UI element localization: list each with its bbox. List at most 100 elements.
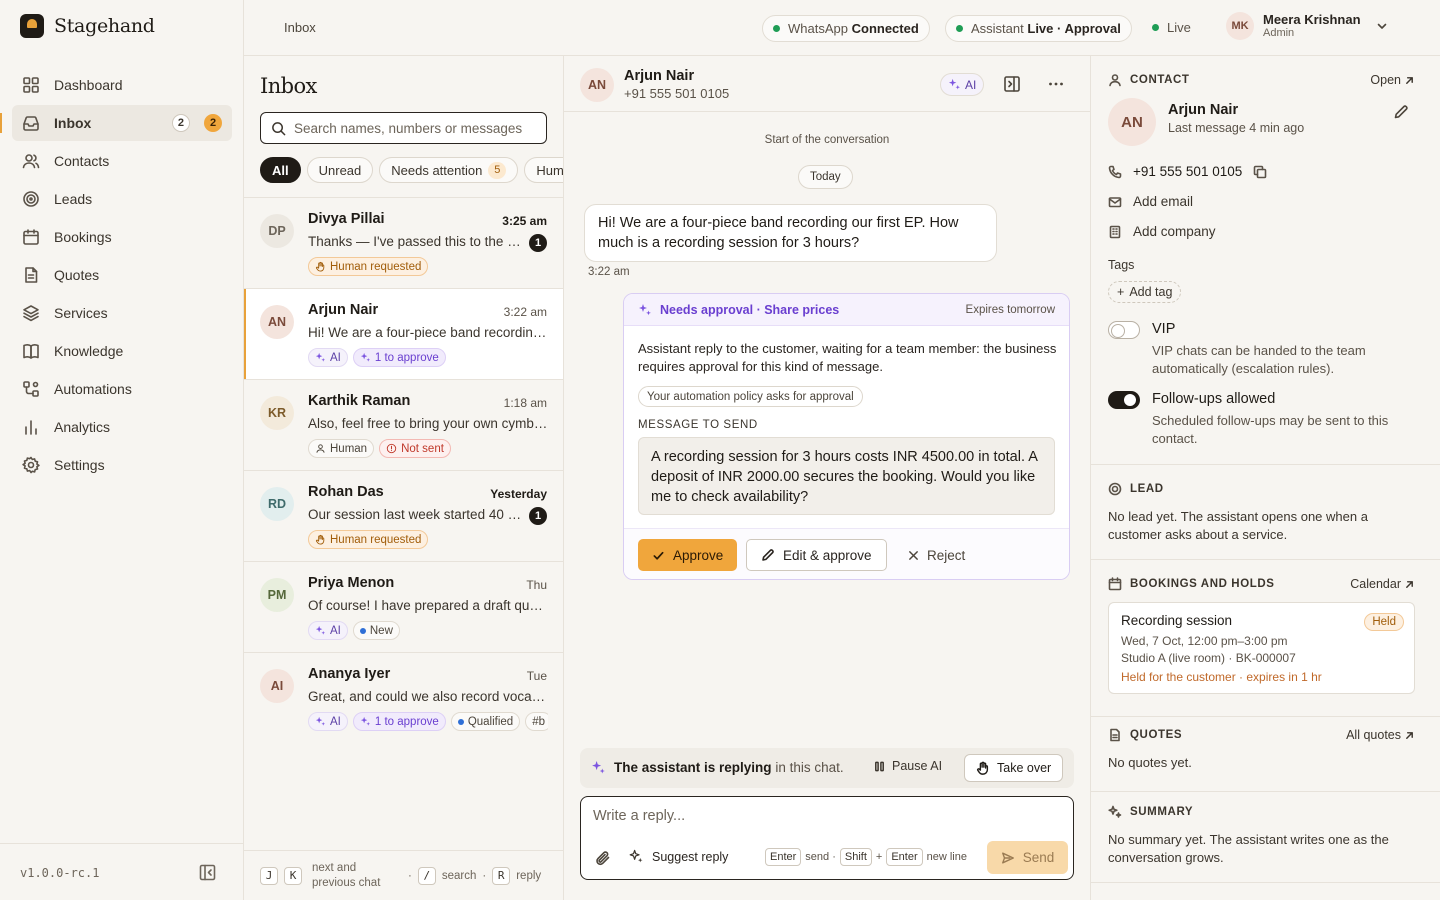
inbox-panel: Inbox All Unread Needs attention 5 Human … — [244, 56, 564, 900]
search-input[interactable] — [294, 120, 534, 136]
divider — [1091, 716, 1440, 717]
conversation-row[interactable]: AI Ananya Iyer Tue Great, and could we also… — [244, 652, 563, 743]
add-company-row[interactable]: Add company — [1108, 224, 1216, 239]
conversation-tags: AI 1 to approve — [308, 348, 548, 367]
send-icon — [1001, 851, 1014, 864]
approve-button[interactable]: Approve — [638, 539, 738, 571]
tag-ai: AI — [308, 348, 348, 367]
conversation-row[interactable]: DP Divya Pillai 3:25 am Thanks — I've passe… — [244, 197, 563, 288]
paperclip-icon[interactable] — [595, 850, 611, 866]
open-contact-link[interactable]: Open — [1370, 73, 1414, 87]
nav-automations[interactable]: Automations — [12, 371, 232, 407]
whatsapp-status-pill[interactable]: WhatsApp Connected — [762, 15, 930, 42]
conversation-row[interactable]: PM Priya Menon Thu Of course! I have prepar… — [244, 561, 563, 652]
hand-icon — [315, 534, 325, 545]
more-options-icon[interactable] — [1047, 75, 1065, 93]
send-button[interactable]: Send — [987, 841, 1068, 874]
nav-dashboard[interactable]: Dashboard — [12, 67, 232, 103]
pencil-icon — [762, 549, 774, 561]
conversation-row[interactable]: KR Karthik Raman 1:18 am Also, feel free to… — [244, 379, 563, 470]
assistant-status-pill[interactable]: Assistant Live · Approval — [945, 15, 1132, 42]
add-tag-button[interactable]: + Add tag — [1108, 281, 1182, 303]
tag-human: Human — [308, 439, 375, 458]
divider — [1091, 791, 1440, 792]
hint-text: next and previous chat — [312, 861, 381, 889]
tag-label: Human requested — [330, 533, 422, 546]
reject-button[interactable]: Reject — [894, 539, 979, 571]
nav-services[interactable]: Services — [12, 295, 232, 331]
nav-settings[interactable]: Settings — [12, 447, 232, 483]
pause-ai-button[interactable]: Pause AI — [873, 759, 942, 773]
hand-icon — [315, 261, 325, 272]
conversation-preview: Great, and could we also record vocals t… — [308, 689, 548, 704]
avatar: AI — [260, 669, 294, 703]
tag-ai: AI — [308, 621, 348, 640]
conversation-preview: Hi! We are a four-piece band recording o… — [308, 325, 548, 340]
copy-icon[interactable] — [1253, 165, 1267, 179]
link-label: Calendar — [1350, 577, 1401, 591]
sparkle-icon — [1108, 805, 1122, 818]
ai-toggle-pill[interactable]: AI — [940, 73, 985, 96]
take-over-button[interactable]: Take over — [964, 754, 1064, 782]
lead-empty-text: No lead yet. The assistant opens one whe… — [1108, 509, 1368, 542]
filter-needs-attention[interactable]: Needs attention 5 — [379, 157, 519, 183]
nav-analytics[interactable]: Analytics — [12, 409, 232, 445]
nav-contacts[interactable]: Contacts — [12, 143, 232, 179]
nav-label: Leads — [54, 191, 93, 207]
status-badge: Held — [1364, 613, 1404, 631]
nav-knowledge[interactable]: Knowledge — [12, 333, 232, 369]
edit-approve-button[interactable]: Edit & approve — [746, 539, 887, 571]
nav-bookings[interactable]: Bookings — [12, 219, 232, 255]
collapse-sidebar-icon[interactable] — [199, 864, 216, 881]
approval-header: Needs approval · Share prices Expires to… — [624, 294, 1069, 326]
details-panel: CONTACT Open AN Arjun Nair Last message … — [1090, 56, 1440, 900]
layers-icon — [23, 305, 39, 322]
filter-label: All — [272, 162, 289, 178]
conversation-name: Arjun Nair — [308, 302, 379, 318]
filter-all[interactable]: All — [260, 157, 301, 183]
policy-badge: Your automation policy asks for approval — [638, 386, 863, 407]
breadcrumb: Inbox — [284, 20, 316, 35]
quotes-empty-text: No quotes yet. — [1108, 755, 1192, 770]
mail-icon — [1108, 196, 1122, 207]
user-icon — [1109, 74, 1121, 87]
filter-unread[interactable]: Unread — [306, 157, 374, 183]
tag-ai: AI — [308, 712, 348, 731]
user-name: Meera Krishnan — [1263, 12, 1361, 27]
kbd-key: K — [284, 866, 302, 885]
conversation-row[interactable]: RD Rohan Das Yesterday Our session last wee… — [244, 470, 563, 561]
arrow-up-right-icon — [1406, 731, 1413, 739]
tag-qualified: Qualified — [450, 712, 521, 731]
whatsapp-label: WhatsApp — [788, 21, 848, 36]
nav-inbox[interactable]: Inbox 2 2 — [0, 105, 232, 141]
nav-leads[interactable]: Leads — [12, 181, 232, 217]
booking-card[interactable]: Recording session Held Wed, 7 Oct, 12:00… — [1108, 602, 1415, 694]
nav-quotes[interactable]: Quotes — [12, 257, 232, 293]
reply-input[interactable] — [593, 808, 1063, 832]
brand[interactable]: Stagehand — [20, 14, 155, 38]
pause-icon — [875, 761, 884, 771]
kbd-key: Enter — [765, 848, 802, 866]
add-email-row[interactable]: Add email — [1108, 194, 1193, 209]
date-divider: Today — [798, 165, 853, 189]
followups-toggle[interactable] — [1108, 391, 1140, 409]
app-logo-icon — [20, 14, 44, 38]
toggle-panel-icon[interactable] — [1003, 75, 1021, 93]
tags-label: Tags — [1108, 258, 1135, 272]
contact-last-message: Last message 4 min ago — [1168, 121, 1305, 135]
conversation-row[interactable]: AN Arjun Nair 3:22 am Hi! We are a four-pie… — [244, 288, 563, 379]
suggest-reply-button[interactable]: Suggest reply — [629, 849, 728, 864]
all-quotes-link[interactable]: All quotes — [1346, 728, 1414, 742]
filter-label: Unread — [318, 162, 362, 178]
conversation-time: Yesterday — [490, 487, 547, 501]
calendar-link[interactable]: Calendar — [1350, 577, 1414, 591]
vip-toggle[interactable] — [1108, 321, 1140, 339]
summary-empty-text: No summary yet. The assistant writes one… — [1108, 832, 1389, 865]
filter-human[interactable]: Human — [524, 157, 563, 183]
user-menu[interactable]: MK Meera Krishnan Admin — [1226, 12, 1388, 40]
reject-label: Reject — [927, 547, 966, 563]
assistant-status-bold: The assistant is replying — [614, 760, 772, 775]
approval-title: Needs approval · Share prices — [660, 302, 840, 317]
edit-contact-icon[interactable] — [1393, 104, 1409, 120]
followups-description: Scheduled follow-ups may be sent to this… — [1152, 413, 1389, 446]
